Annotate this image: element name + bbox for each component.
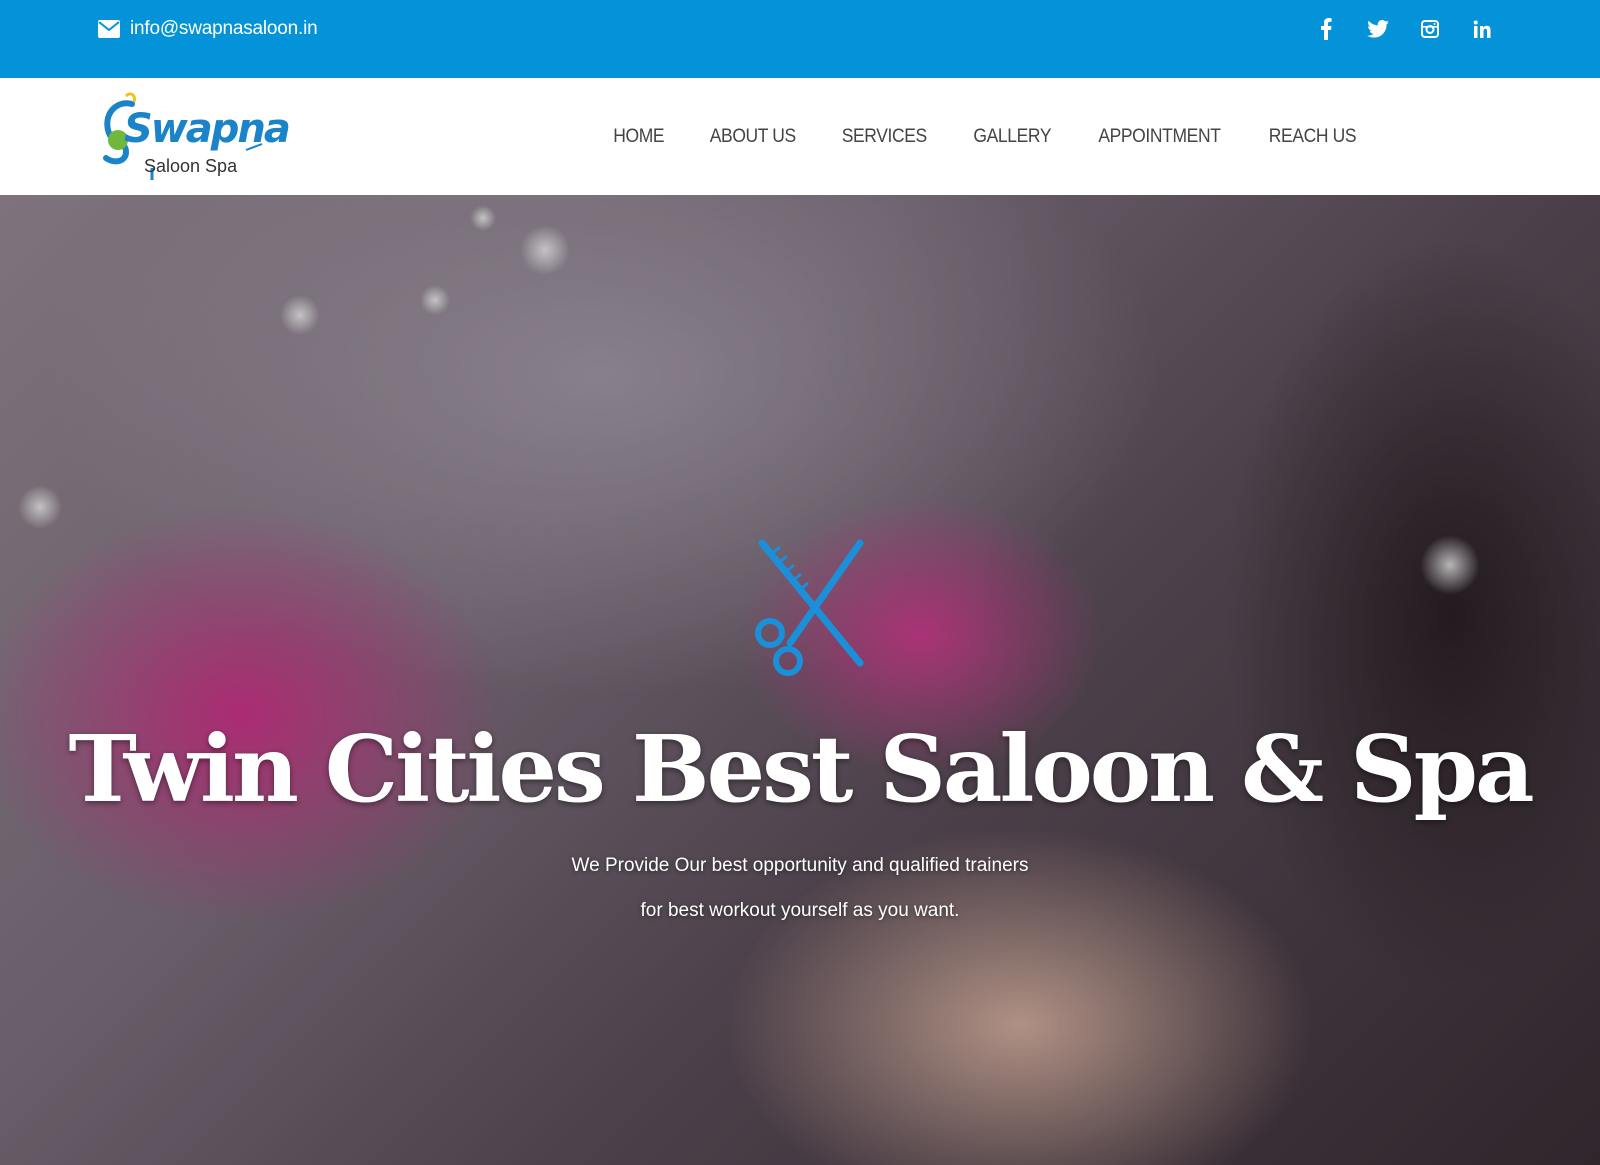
hero-subtitle-line-2: for best workout yourself as you want. [640,900,960,921]
nav-services[interactable]: SERVICES [842,126,928,148]
instagram-icon[interactable] [1417,16,1443,42]
hero-banner: Twin Cities Best Saloon & Spa We Provide… [0,195,1600,1165]
envelope-icon [98,20,120,38]
site-logo[interactable]: Swapna Saloon Spa [96,90,291,186]
email-link[interactable]: info@swapnasaloon.in [98,16,318,42]
nav-reach-us[interactable]: REACH US [1269,126,1357,148]
nav-home[interactable]: HOME [613,126,664,148]
nav-gallery[interactable]: GALLERY [973,126,1051,148]
hero-subtitle-line-1: We Provide Our best opportunity and qual… [571,855,1029,876]
hero-title: Twin Cities Best Saloon & Spa [68,715,1534,823]
nav-appointment[interactable]: APPOINTMENT [1098,126,1221,148]
email-text: info@swapnasaloon.in [130,18,318,39]
main-header: Swapna Saloon Spa HOME ABOUT US SERVICES… [0,78,1600,195]
twitter-icon[interactable] [1365,16,1391,42]
facebook-icon[interactable] [1313,16,1339,42]
logo-brand-text: Swapna [124,106,291,152]
top-bar: info@swapnasaloon.in [0,0,1600,78]
linkedin-icon[interactable] [1469,16,1495,42]
comb-scissors-icon [755,539,864,676]
nav-about-us[interactable]: ABOUT US [709,126,795,148]
social-links [1313,14,1495,44]
logo-sub-text: Saloon Spa [144,156,238,176]
main-nav: HOME ABOUT US SERVICES GALLERY APPOINTME… [611,78,1360,195]
